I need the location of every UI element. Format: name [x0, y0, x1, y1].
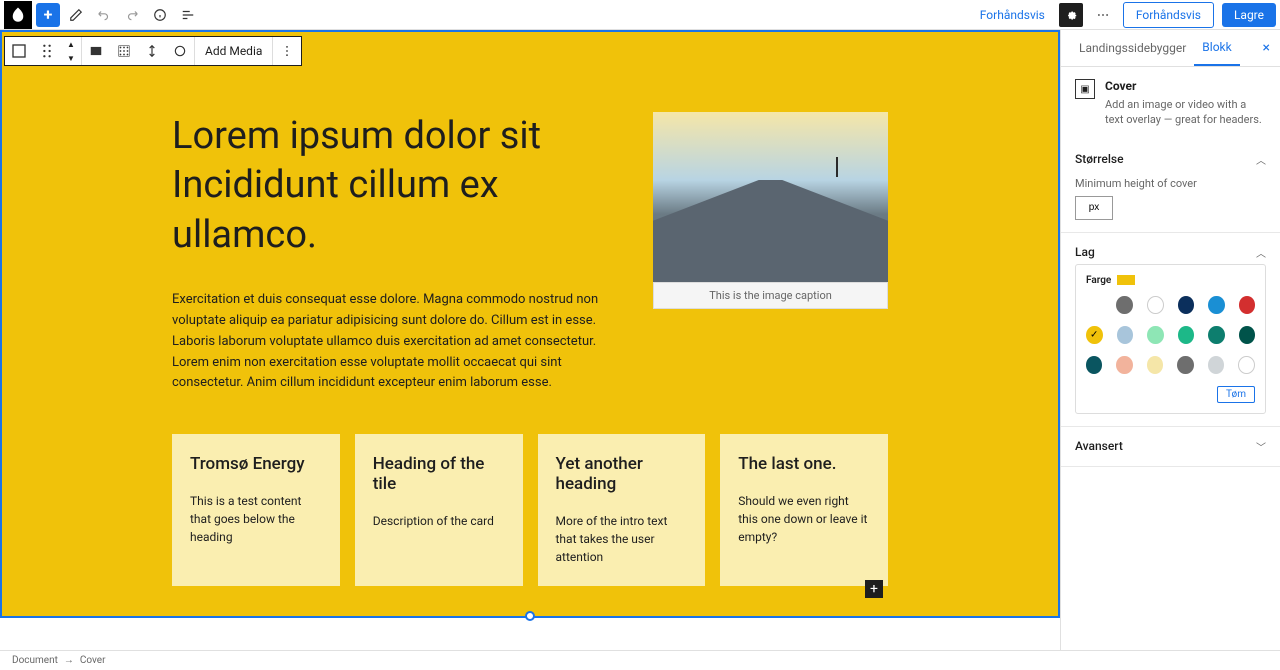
breadcrumb-item[interactable]: Cover — [80, 655, 106, 666]
undo-icon[interactable] — [92, 3, 116, 27]
chevron-up-icon: ︿ — [1256, 152, 1266, 167]
tile[interactable]: Tromsø Energy This is a test content tha… — [172, 434, 340, 586]
tab-page[interactable]: Landingssidebygger — [1071, 31, 1194, 65]
block-info: ▣ Cover Add an image or video with a tex… — [1061, 67, 1280, 140]
tile[interactable]: Heading of the tile Description of the c… — [355, 434, 523, 586]
tab-block[interactable]: Blokk — [1194, 30, 1239, 66]
cover-icon: ▣ — [1075, 79, 1095, 99]
breadcrumb-bar: Document → Cover — [0, 650, 1280, 670]
toolbar-left: + — [4, 1, 200, 29]
cover-body[interactable]: Exercitation et duis consequat esse dolo… — [172, 290, 633, 394]
chevron-up-icon: ︿ — [1256, 245, 1266, 260]
block-description: Add an image or video with a text overla… — [1105, 97, 1266, 128]
tile-body[interactable]: Should we even right this one down or le… — [738, 492, 870, 546]
tile[interactable]: The last one. Should we even right this … — [720, 434, 888, 586]
cover-caption[interactable]: This is the image caption — [653, 282, 888, 309]
close-sidebar-icon[interactable]: × — [1263, 40, 1270, 56]
current-color-chip — [1117, 275, 1135, 285]
tile-heading[interactable]: The last one. — [738, 454, 870, 474]
add-inner-block-button[interactable]: + — [865, 580, 883, 598]
tile-heading[interactable]: Tromsø Energy — [190, 454, 322, 474]
panel-size[interactable]: Størrelse ︿ — [1075, 152, 1266, 167]
move-up-icon[interactable]: ▲ — [61, 37, 81, 51]
panel-layer[interactable]: Lag ︿ — [1075, 245, 1266, 260]
add-block-button[interactable]: + — [36, 3, 60, 27]
duotone-icon[interactable] — [166, 37, 194, 65]
settings-button[interactable] — [1059, 3, 1083, 27]
min-height-label: Minimum height of cover — [1075, 177, 1266, 190]
top-toolbar: + Forhåndsvis Forhåndsvis Lagre — [0, 0, 1280, 30]
section-2[interactable]: Lorem ipsum dolor sit amet. ◉ 👤 Irure su… — [0, 618, 1060, 650]
tile-body[interactable]: Description of the card — [373, 512, 505, 530]
color-swatch[interactable] — [1116, 356, 1132, 374]
min-height-input[interactable] — [1075, 196, 1113, 220]
tiles-row: Tromsø Energy This is a test content tha… — [172, 434, 888, 586]
tile-heading[interactable]: Heading of the tile — [373, 454, 505, 494]
color-swatch[interactable] — [1116, 296, 1132, 314]
breadcrumb-item[interactable]: Document — [12, 655, 58, 666]
color-swatch[interactable] — [1147, 356, 1163, 374]
toolbar-right: Forhåndsvis Forhåndsvis Lagre — [974, 2, 1276, 28]
drupal-logo[interactable] — [4, 1, 32, 29]
breadcrumb-separator: → — [64, 655, 74, 666]
color-label: Farge — [1086, 275, 1255, 286]
sidebar-tabs: Landingssidebygger Blokk × — [1061, 30, 1280, 67]
fullheight-icon[interactable] — [138, 37, 166, 65]
block-more-icon[interactable] — [273, 37, 301, 65]
color-swatch[interactable] — [1208, 296, 1224, 314]
color-swatch[interactable] — [1086, 326, 1103, 344]
settings-sidebar: Landingssidebygger Blokk × ▣ Cover Add a… — [1060, 30, 1280, 650]
info-icon[interactable] — [148, 3, 172, 27]
tile-body[interactable]: More of the intro text that takes the us… — [556, 512, 688, 566]
color-swatch[interactable] — [1147, 296, 1164, 314]
preview-link[interactable]: Forhåndsvis — [974, 4, 1051, 26]
tile-body[interactable]: This is a test content that goes below t… — [190, 492, 322, 546]
color-swatch[interactable] — [1178, 296, 1194, 314]
color-swatch[interactable] — [1208, 326, 1225, 344]
preview-button[interactable]: Forhåndsvis — [1123, 2, 1214, 28]
outline-icon[interactable] — [176, 3, 200, 27]
move-down-icon[interactable]: ▼ — [61, 51, 81, 65]
color-swatch[interactable] — [1178, 326, 1195, 344]
color-swatch[interactable] — [1208, 356, 1224, 374]
color-swatch[interactable] — [1177, 356, 1193, 374]
position-icon[interactable] — [110, 37, 138, 65]
tile[interactable]: Yet another heading More of the intro te… — [538, 434, 706, 586]
color-panel: Farge — [1075, 264, 1266, 414]
clear-color-button[interactable]: Tøm — [1217, 386, 1255, 403]
main-layout: ▲ ▼ Add Media — [0, 30, 1280, 650]
more-icon[interactable] — [1091, 3, 1115, 27]
panel-advanced[interactable]: Avansert ﹀ — [1075, 439, 1266, 454]
color-swatch[interactable] — [1117, 326, 1134, 344]
editor-canvas[interactable]: ▲ ▼ Add Media — [0, 30, 1060, 650]
block-name: Cover — [1105, 79, 1266, 93]
cover-block[interactable]: Lorem ipsum dolor sit Incididunt cillum … — [0, 30, 1060, 618]
tile-heading[interactable]: Yet another heading — [556, 454, 688, 494]
color-swatch[interactable] — [1086, 356, 1102, 374]
color-swatch[interactable] — [1086, 296, 1102, 314]
color-swatch[interactable] — [1147, 326, 1164, 344]
resize-handle[interactable] — [525, 611, 535, 621]
color-swatch[interactable] — [1238, 356, 1255, 374]
cover-heading[interactable]: Lorem ipsum dolor sit Incididunt cillum … — [172, 112, 633, 260]
align-icon[interactable] — [82, 37, 110, 65]
color-swatch[interactable] — [1239, 296, 1255, 314]
chevron-down-icon: ﹀ — [1256, 439, 1266, 454]
cover-image[interactable] — [653, 112, 888, 282]
edit-icon[interactable] — [64, 3, 88, 27]
add-media-button[interactable]: Add Media — [195, 37, 272, 65]
redo-icon[interactable] — [120, 3, 144, 27]
color-swatch[interactable] — [1239, 326, 1256, 344]
block-toolbar: ▲ ▼ Add Media — [4, 36, 302, 66]
save-button[interactable]: Lagre — [1222, 3, 1276, 27]
drag-handle-icon[interactable] — [33, 37, 61, 65]
block-type-icon[interactable] — [5, 37, 33, 65]
